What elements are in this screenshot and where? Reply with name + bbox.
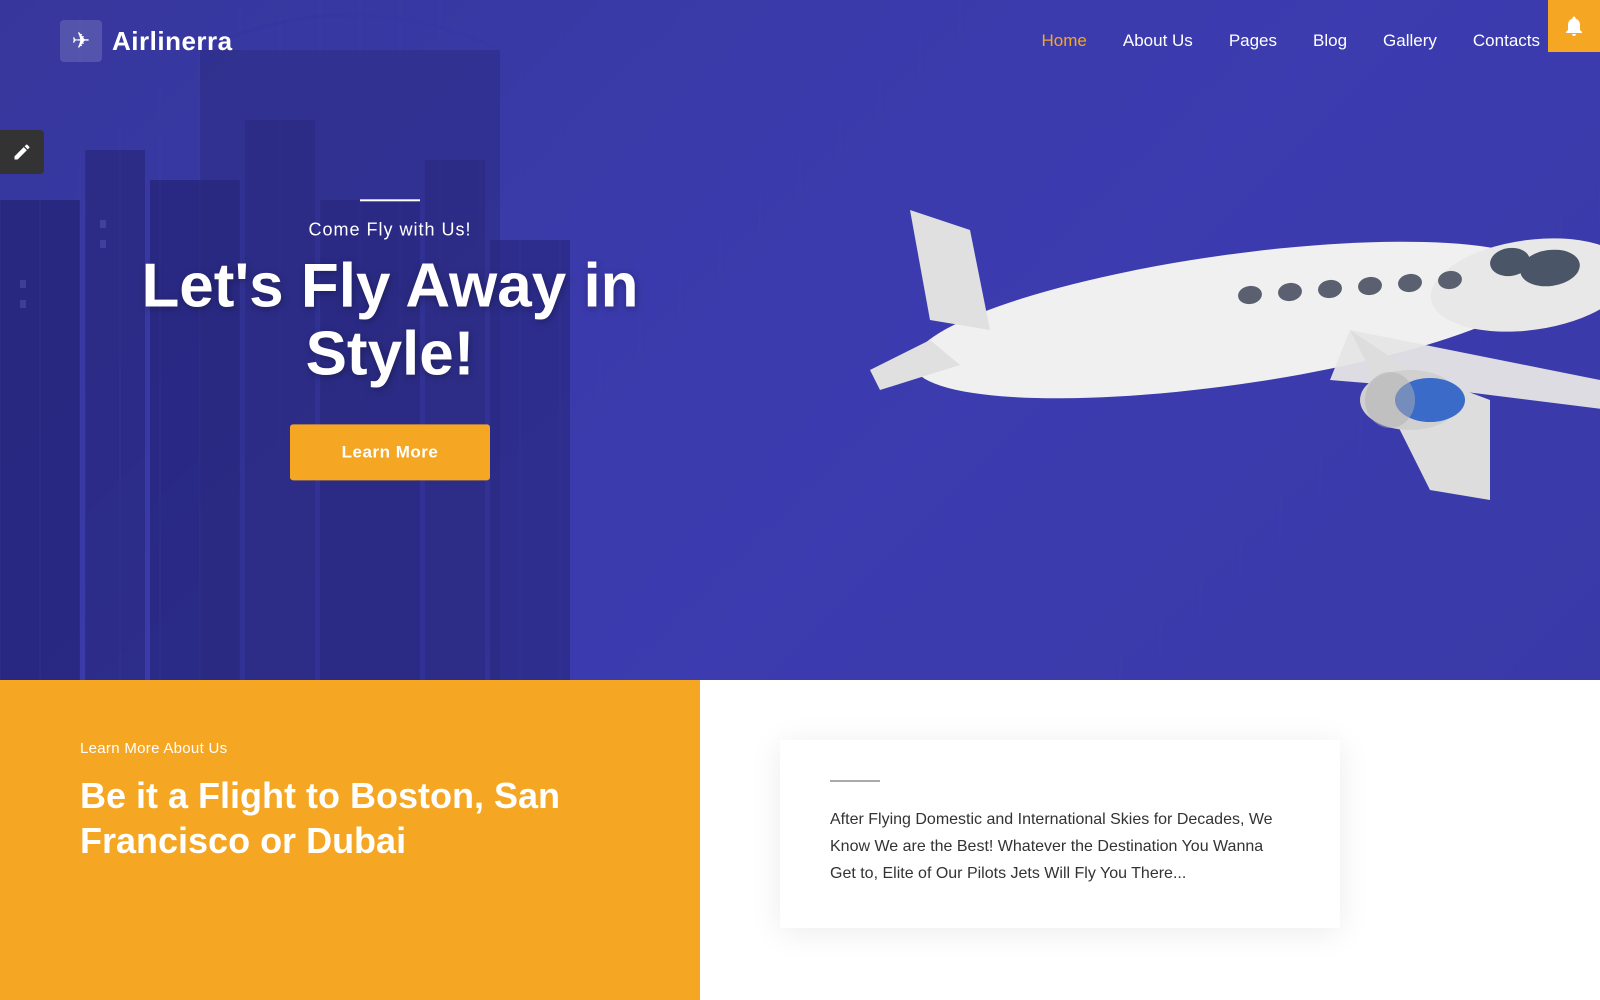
bottom-left-label: Learn More About Us — [80, 740, 620, 757]
nav-item-gallery[interactable]: Gallery — [1383, 31, 1437, 51]
bottom-left-panel: Learn More About Us Be it a Flight to Bo… — [0, 680, 700, 1000]
bottom-right-panel: After Flying Domestic and International … — [700, 680, 1600, 1000]
logo-text: Airlinerra — [112, 26, 233, 57]
airplane-image — [850, 100, 1600, 580]
main-nav: Home About Us Pages Blog Gallery Contact… — [1042, 31, 1540, 51]
hero-divider — [360, 199, 420, 201]
hero-content: Come Fly with Us! Let's Fly Away in Styl… — [0, 199, 720, 480]
right-card: After Flying Domestic and International … — [780, 740, 1340, 928]
edit-button[interactable] — [0, 130, 44, 174]
nav-item-contacts[interactable]: Contacts — [1473, 31, 1540, 51]
bell-icon — [1562, 14, 1586, 38]
logo[interactable]: ✈ Airlinerra — [60, 20, 233, 62]
header: ✈ Airlinerra Home About Us Pages Blog Ga… — [0, 0, 1600, 82]
right-card-divider — [830, 780, 880, 782]
logo-icon: ✈ — [60, 20, 102, 62]
bottom-section: Learn More About Us Be it a Flight to Bo… — [0, 680, 1600, 1000]
nav-item-pages[interactable]: Pages — [1229, 31, 1277, 51]
hero-subtitle: Come Fly with Us! — [60, 219, 720, 240]
bottom-left-title: Be it a Flight to Boston, San Francisco … — [80, 773, 620, 863]
learn-more-button[interactable]: Learn More — [290, 425, 491, 481]
hero-title: Let's Fly Away in Style! — [60, 252, 720, 388]
notification-button[interactable] — [1548, 0, 1600, 52]
nav-item-home[interactable]: Home — [1042, 31, 1087, 51]
right-card-text: After Flying Domestic and International … — [830, 806, 1290, 888]
nav-item-blog[interactable]: Blog — [1313, 31, 1347, 51]
hero-section: ✈ Airlinerra Home About Us Pages Blog Ga… — [0, 0, 1600, 680]
nav-item-about[interactable]: About Us — [1123, 31, 1193, 51]
pencil-icon — [12, 142, 32, 162]
